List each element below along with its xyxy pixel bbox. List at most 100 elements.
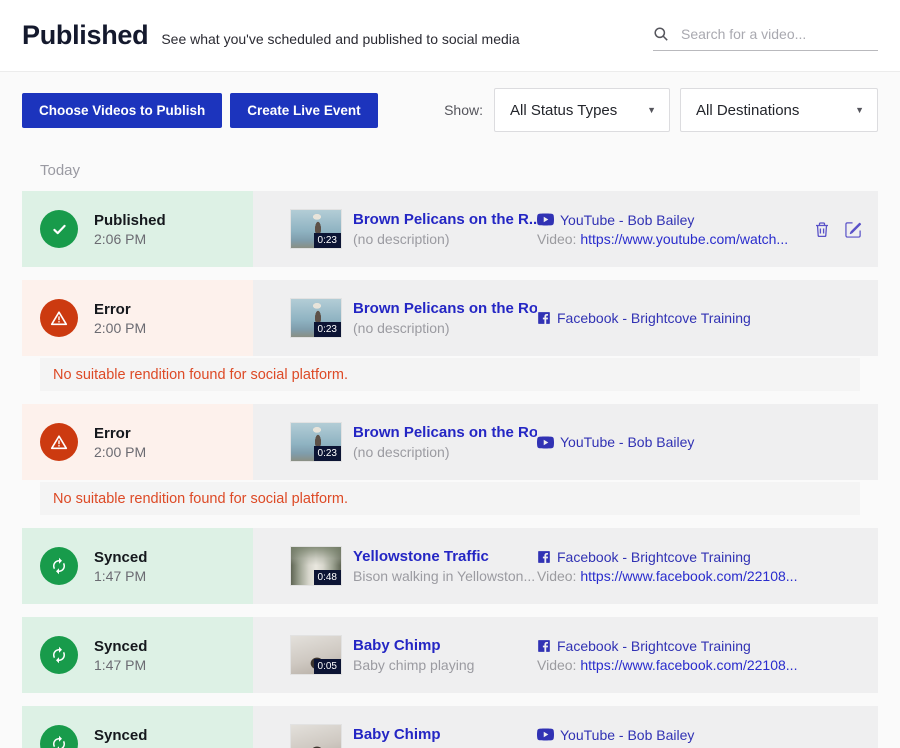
- publish-entries-list: Published2:06 PM 0:23 Brown Pelicans on th…: [22, 191, 878, 748]
- video-thumbnail[interactable]: 0:05: [290, 635, 342, 675]
- destination-name: Facebook - Brightcove Training: [557, 638, 751, 654]
- duration-badge: 0:23: [314, 446, 341, 462]
- error-message-bar: No suitable rendition found for social p…: [40, 482, 860, 515]
- entry-actions: [814, 221, 862, 238]
- publish-entry: Synced 1:47 PM 0:48 Yellowstone Traffic Biso…: [22, 528, 878, 604]
- error-message-bar: No suitable rendition found for social p…: [40, 358, 860, 391]
- status-cell: Synced1:47 PM: [22, 617, 253, 693]
- video-title[interactable]: Baby Chimp: [353, 637, 537, 654]
- video-line: Video: https://www.facebook.com/22108...: [537, 657, 797, 673]
- destination-filter-value: All Destinations: [696, 102, 799, 119]
- entry-row: Synced 1:47 PM 0:48 Yellowstone Traffic Biso…: [22, 528, 878, 604]
- video-title[interactable]: Baby Chimp: [353, 726, 537, 743]
- duration-badge: 0:48: [314, 570, 341, 586]
- status-filter-value: All Status Types: [510, 102, 617, 119]
- status-label: Synced: [94, 549, 147, 566]
- sync-icon: [40, 725, 78, 748]
- duration-badge: 0:23: [314, 322, 341, 338]
- youtube-icon: [537, 436, 554, 449]
- status-time: 1:47 PM: [94, 657, 147, 673]
- sync-icon: [40, 547, 78, 585]
- video-thumbnail[interactable]: 0:23: [290, 209, 342, 249]
- entry-content: 0:23 Brown Pelicans on the Ro... (no descr…: [253, 404, 878, 480]
- entry-content: 0:23Brown Pelicans on the R...(no descri…: [253, 191, 878, 267]
- status-cell: Error 2:00 PM: [22, 280, 253, 356]
- video-description: (no description): [353, 444, 537, 460]
- video-link[interactable]: https://www.youtube.com/watch...: [580, 231, 788, 247]
- publish-entry: Error 2:00 PM 0:23 Brown Pelicans on the Ro…: [22, 404, 878, 515]
- video-label: Video:: [537, 231, 576, 247]
- duration-badge: 0:05: [314, 659, 341, 675]
- warning-icon: [40, 299, 78, 337]
- entry-content: 0:05 Baby Chimp Baby chimp playing Facebook…: [253, 617, 878, 693]
- video-search[interactable]: [653, 25, 878, 51]
- video-link[interactable]: https://www.facebook.com/22108...: [580, 568, 797, 584]
- video-title[interactable]: Brown Pelicans on the Ro...: [353, 424, 537, 441]
- entry-content: 0:05Baby ChimpBaby chimp playingYouTube …: [253, 706, 878, 748]
- facebook-icon: [537, 311, 551, 325]
- status-time: 2:00 PM: [94, 320, 146, 336]
- toolbar: Choose Videos to Publish Create Live Eve…: [0, 72, 900, 132]
- duration-badge: 0:23: [314, 233, 341, 249]
- status-label: Error: [94, 301, 146, 318]
- error-message: No suitable rendition found for social p…: [53, 367, 348, 383]
- video-description: Bison walking in Yellowston...: [353, 568, 537, 584]
- video-link[interactable]: https://www.facebook.com/22108...: [580, 657, 797, 673]
- destination-line: YouTube - Bob Bailey: [537, 434, 694, 450]
- status-time: 2:00 PM: [94, 444, 146, 460]
- entry-row: Synced1:47 PM 0:05 Baby Chimp Baby chimp pl…: [22, 617, 878, 693]
- facebook-icon: [537, 550, 551, 564]
- choose-videos-button[interactable]: Choose Videos to Publish: [22, 93, 222, 128]
- create-live-event-button[interactable]: Create Live Event: [230, 93, 377, 128]
- entry-row: Error 2:00 PM 0:23 Brown Pelicans on the Ro…: [22, 280, 878, 356]
- video-title[interactable]: Brown Pelicans on the Ro...: [353, 300, 537, 317]
- youtube-icon: [537, 728, 554, 741]
- search-input[interactable]: [679, 25, 878, 43]
- destination-line: Facebook - Brightcove Training: [537, 310, 751, 326]
- status-label: Synced: [94, 727, 147, 744]
- error-message: No suitable rendition found for social p…: [53, 491, 348, 507]
- status-cell: Error 2:00 PM: [22, 404, 253, 480]
- facebook-icon: [537, 639, 551, 653]
- video-thumbnail[interactable]: 0:23: [290, 298, 342, 338]
- chevron-down-icon: ▼: [855, 105, 864, 115]
- edit-button[interactable]: [845, 221, 862, 238]
- delete-button[interactable]: [814, 221, 830, 238]
- video-title[interactable]: Brown Pelicans on the R...: [353, 211, 537, 228]
- destination-name: YouTube - Bob Bailey: [560, 434, 694, 450]
- destination-line: YouTube - Bob Bailey: [537, 212, 788, 228]
- show-label: Show:: [444, 102, 483, 118]
- search-icon: [653, 26, 669, 42]
- status-label: Error: [94, 425, 146, 442]
- video-thumbnail[interactable]: 0:48: [290, 546, 342, 586]
- youtube-icon: [537, 213, 554, 226]
- destination-filter-select[interactable]: All Destinations ▼: [680, 88, 878, 132]
- page-header: Published See what you've scheduled and …: [0, 0, 900, 72]
- status-time: 2:06 PM: [94, 231, 166, 247]
- entry-row: Error 2:00 PM 0:23 Brown Pelicans on the Ro…: [22, 404, 878, 480]
- video-description: Baby chimp playing: [353, 657, 537, 673]
- destination-name: YouTube - Bob Bailey: [560, 212, 694, 228]
- video-line: Video: https://www.facebook.com/22108...: [537, 568, 797, 584]
- video-label: Video:: [537, 568, 576, 584]
- video-thumbnail[interactable]: 0:05: [290, 724, 342, 748]
- check-icon: [40, 210, 78, 248]
- status-cell: Published2:06 PM: [22, 191, 253, 267]
- video-title[interactable]: Yellowstone Traffic: [353, 548, 537, 565]
- entry-content: 0:48 Yellowstone Traffic Bison walking in …: [253, 528, 878, 604]
- entry-row: Synced1:46 PM0:05Baby ChimpBaby chimp pl…: [22, 706, 878, 748]
- video-thumbnail[interactable]: 0:23: [290, 422, 342, 462]
- publish-entry: Synced1:47 PM 0:05 Baby Chimp Baby chimp pl…: [22, 617, 878, 693]
- destination-name: Facebook - Brightcove Training: [557, 310, 751, 326]
- entry-content: 0:23Brown Pelicans on the Ro...(no descr…: [253, 280, 878, 356]
- warning-icon: [40, 423, 78, 461]
- chevron-down-icon: ▼: [647, 105, 656, 115]
- publish-entry: Error 2:00 PM 0:23 Brown Pelicans on the Ro…: [22, 280, 878, 391]
- status-time: 1:47 PM: [94, 568, 147, 584]
- status-cell: Synced 1:47 PM: [22, 528, 253, 604]
- edit-icon: [845, 221, 862, 238]
- status-filter-select[interactable]: All Status Types ▼: [494, 88, 670, 132]
- date-group-label: Today: [40, 162, 900, 179]
- publish-entry: Synced1:46 PM0:05Baby ChimpBaby chimp pl…: [22, 706, 878, 748]
- status-cell: Synced1:46 PM: [22, 706, 253, 748]
